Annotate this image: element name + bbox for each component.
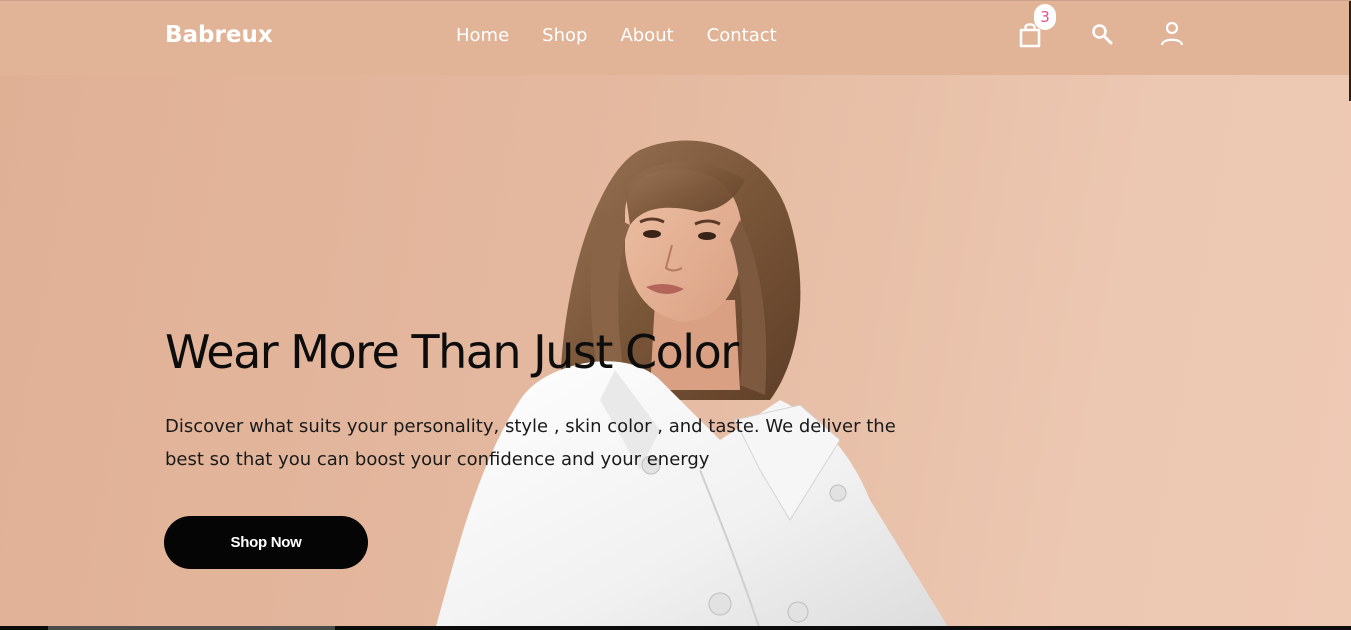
cart-count-badge: 3 [1034,4,1056,30]
nav-link-home[interactable]: Home [456,25,509,46]
account-button[interactable] [1160,21,1184,47]
hero-title: Wear More Than Just Color [165,325,739,379]
main-nav: Home Shop About Contact [456,25,810,46]
horizontal-scrollbar-thumb[interactable] [48,626,335,630]
nav-link-contact[interactable]: Contact [707,25,777,46]
hero-description: Discover what suits your personality, st… [165,416,896,470]
shop-now-button[interactable]: Shop Now [164,516,368,569]
brand-logo[interactable]: Babreux [165,22,273,48]
search-icon [1092,24,1113,45]
nav-link-about[interactable]: About [620,25,673,46]
page: Babreux Home Shop About Contact 3 Wear M… [0,0,1351,630]
search-button[interactable] [1090,22,1114,46]
user-icon [1160,21,1184,46]
nav-link-shop[interactable]: Shop [542,25,587,46]
